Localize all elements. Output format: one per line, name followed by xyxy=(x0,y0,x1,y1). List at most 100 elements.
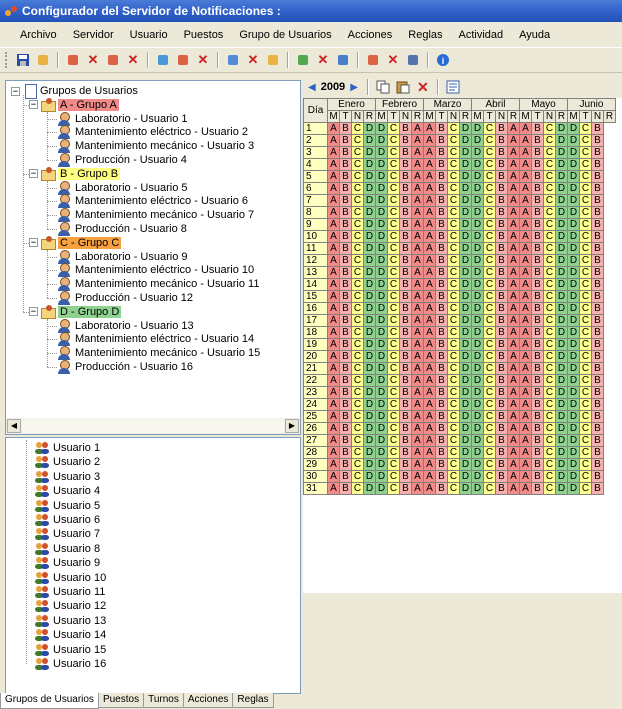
shift-cell[interactable]: B xyxy=(339,326,352,339)
shift-cell[interactable]: C xyxy=(447,374,460,387)
shift-cell[interactable]: C xyxy=(483,482,496,495)
shift-cell[interactable]: C xyxy=(579,290,592,303)
shift-cell[interactable]: B xyxy=(591,194,604,207)
shift-cell[interactable]: C xyxy=(543,242,556,255)
shift-cell[interactable]: C xyxy=(579,350,592,363)
shift-cell[interactable]: D xyxy=(459,482,472,495)
shift-cell[interactable]: B xyxy=(591,254,604,267)
shift-cell[interactable]: A xyxy=(411,146,424,159)
shift-cell[interactable]: C xyxy=(387,314,400,327)
shift-cell[interactable]: A xyxy=(423,398,436,411)
shift-cell[interactable]: D xyxy=(567,458,580,471)
tree-user-item[interactable]: Mantenimiento eléctrico - Usuario 6 xyxy=(58,194,248,209)
shift-cell[interactable]: D xyxy=(375,278,388,291)
shift-cell[interactable]: A xyxy=(411,326,424,339)
shift-cell[interactable]: A xyxy=(411,134,424,147)
shift-cell[interactable]: D xyxy=(363,242,376,255)
shift-cell[interactable]: C xyxy=(543,410,556,423)
scroll-left-button[interactable]: ◀ xyxy=(7,419,21,433)
shift-cell[interactable]: C xyxy=(579,302,592,315)
shift-cell[interactable]: C xyxy=(351,194,364,207)
shift-cell[interactable]: B xyxy=(399,326,412,339)
shift-cell[interactable]: A xyxy=(411,182,424,195)
shift-cell[interactable]: B xyxy=(531,290,544,303)
shift-cell[interactable]: D xyxy=(459,410,472,423)
shift-cell[interactable]: C xyxy=(387,266,400,279)
shift-cell[interactable]: C xyxy=(483,410,496,423)
shift-cell[interactable]: D xyxy=(459,434,472,447)
shift-cell[interactable]: B xyxy=(591,170,604,183)
shift-cell[interactable]: C xyxy=(543,314,556,327)
shift-cell[interactable]: C xyxy=(387,302,400,315)
shift-cell[interactable]: A xyxy=(327,410,340,423)
list-item-user[interactable]: Usuario 8 xyxy=(34,542,100,556)
shift-cell[interactable]: A xyxy=(411,470,424,483)
shift-cell[interactable]: D xyxy=(375,410,388,423)
shift-cell[interactable]: B xyxy=(339,434,352,447)
shift-cell[interactable]: A xyxy=(327,194,340,207)
delete-action-icon[interactable]: ✕ xyxy=(315,52,331,68)
delete-group2-icon[interactable]: ✕ xyxy=(195,52,211,68)
shift-cell[interactable]: D xyxy=(375,314,388,327)
shift-cell[interactable]: A xyxy=(411,482,424,495)
shift-cell[interactable]: C xyxy=(543,362,556,375)
shift-cell[interactable]: B xyxy=(591,446,604,459)
tree-user-item[interactable]: Mantenimiento mecánico - Usuario 11 xyxy=(58,277,259,292)
shift-cell[interactable]: C xyxy=(447,362,460,375)
shift-cell[interactable]: C xyxy=(447,482,460,495)
shift-cell[interactable]: A xyxy=(411,290,424,303)
shift-cell[interactable]: D xyxy=(459,134,472,147)
shift-cell[interactable]: C xyxy=(483,290,496,303)
shift-cell[interactable]: A xyxy=(519,134,532,147)
shift-cell[interactable]: B xyxy=(339,146,352,159)
shift-cell[interactable]: D xyxy=(555,206,568,219)
shift-cell[interactable]: B xyxy=(591,218,604,231)
edit-user-icon[interactable] xyxy=(65,52,81,68)
delete-group-icon[interactable]: ✕ xyxy=(125,52,141,68)
shift-cell[interactable]: A xyxy=(507,158,520,171)
shift-cell[interactable]: A xyxy=(327,398,340,411)
shift-cell[interactable]: C xyxy=(543,230,556,243)
list-item-user[interactable]: Usuario 5 xyxy=(34,499,100,513)
shift-cell[interactable]: C xyxy=(387,410,400,423)
list-item-user[interactable]: Usuario 1 xyxy=(34,441,100,455)
shift-cell[interactable]: C xyxy=(351,182,364,195)
tab-acciones[interactable]: Acciones xyxy=(182,693,234,708)
shift-cell[interactable]: C xyxy=(483,146,496,159)
shift-cell[interactable]: A xyxy=(519,458,532,471)
shift-cell[interactable]: C xyxy=(447,158,460,171)
shift-cell[interactable]: B xyxy=(399,374,412,387)
shift-cell[interactable]: D xyxy=(471,458,484,471)
shift-cell[interactable]: D xyxy=(375,398,388,411)
shift-cell[interactable]: B xyxy=(399,422,412,435)
shift-cell[interactable]: D xyxy=(555,290,568,303)
shift-cell[interactable]: A xyxy=(423,482,436,495)
shift-cell[interactable]: C xyxy=(447,170,460,183)
shift-cell[interactable]: A xyxy=(423,410,436,423)
shift-cell[interactable]: B xyxy=(339,206,352,219)
shift-cell[interactable]: C xyxy=(447,302,460,315)
shift-cell[interactable]: A xyxy=(411,302,424,315)
shift-cell[interactable]: A xyxy=(411,398,424,411)
shift-cell[interactable]: C xyxy=(447,218,460,231)
shift-cell[interactable]: D xyxy=(567,146,580,159)
shift-cell[interactable]: A xyxy=(519,410,532,423)
shift-cell[interactable]: D xyxy=(459,338,472,351)
shift-cell[interactable]: D xyxy=(363,302,376,315)
shift-cell[interactable]: C xyxy=(447,314,460,327)
shift-cell[interactable]: B xyxy=(591,458,604,471)
shift-cell[interactable]: B xyxy=(495,422,508,435)
shift-cell[interactable]: A xyxy=(507,314,520,327)
shift-cell[interactable]: D xyxy=(471,422,484,435)
shift-cell[interactable]: A xyxy=(327,422,340,435)
shift-cell[interactable]: D xyxy=(363,230,376,243)
shift-cell[interactable]: B xyxy=(339,362,352,375)
shift-cell[interactable]: B xyxy=(435,458,448,471)
shift-cell[interactable]: D xyxy=(459,398,472,411)
shift-cell[interactable]: B xyxy=(339,266,352,279)
shift-cell[interactable]: D xyxy=(459,458,472,471)
shift-cell[interactable]: D xyxy=(555,374,568,387)
shift-cell[interactable]: D xyxy=(567,386,580,399)
shift-cell[interactable]: A xyxy=(507,146,520,159)
shift-cell[interactable]: A xyxy=(423,254,436,267)
